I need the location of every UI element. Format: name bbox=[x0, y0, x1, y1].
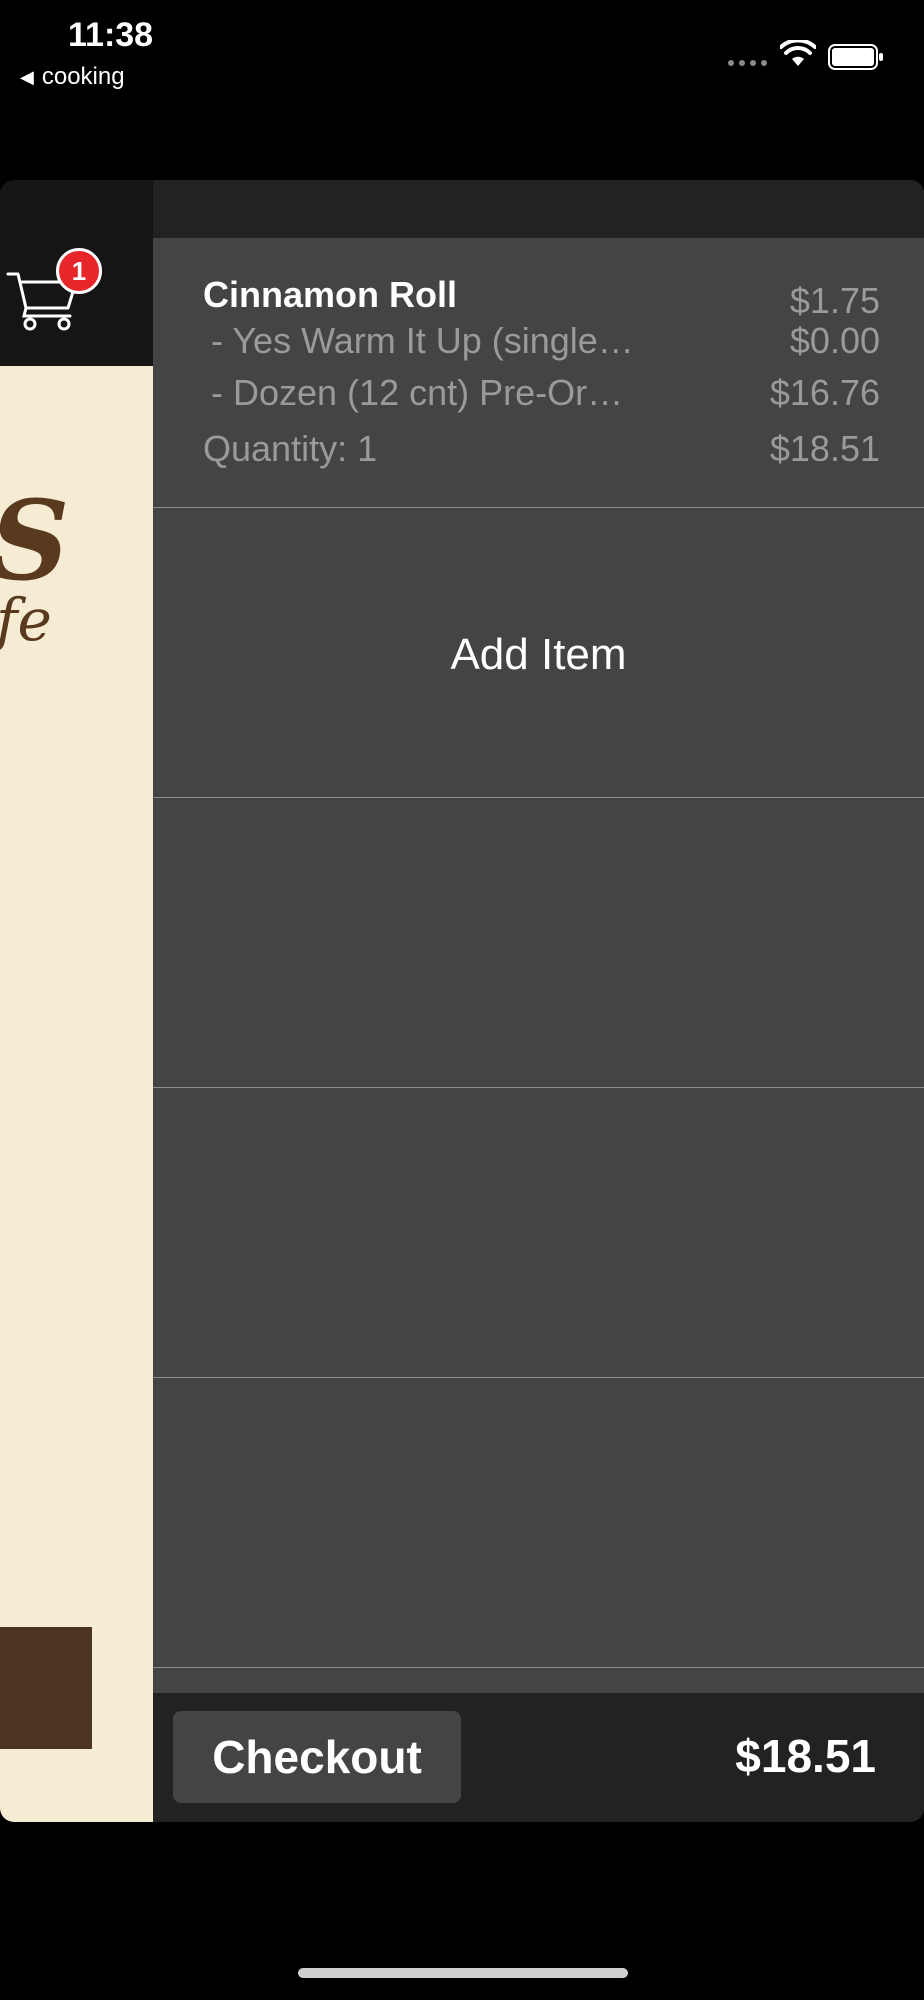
cellular-signal-icon bbox=[728, 60, 767, 66]
cart-item-row[interactable]: Cinnamon Roll $1.75 - Yes Warm It Up (si… bbox=[153, 238, 924, 508]
cart-count-badge: 1 bbox=[56, 248, 102, 294]
restaurant-logo-bottom: fe bbox=[0, 586, 52, 654]
battery-icon bbox=[828, 44, 883, 70]
cart-item-total: $18.51 bbox=[769, 428, 880, 469]
cart-item-modifier-price: $16.76 bbox=[769, 372, 880, 413]
app-panel: 1 S fe Cinnamon Roll $1.75 - Yes Warm It… bbox=[0, 180, 924, 1822]
back-to-app-link[interactable]: ◀ cooking bbox=[20, 63, 125, 91]
restaurant-background: S fe bbox=[0, 366, 153, 1822]
empty-cart-row bbox=[153, 1088, 924, 1378]
left-header: 1 bbox=[0, 180, 153, 366]
checkout-button[interactable]: Checkout bbox=[173, 1711, 461, 1803]
checkout-bar: Checkout $18.51 bbox=[153, 1693, 924, 1822]
back-triangle-icon: ◀ bbox=[20, 66, 34, 87]
cart-item-price: $1.75 bbox=[789, 280, 880, 321]
restaurant-page-left: 1 S fe bbox=[0, 180, 153, 1822]
order-total: $18.51 bbox=[735, 1730, 876, 1782]
cart-item-quantity: Quantity: 1 bbox=[203, 428, 378, 469]
add-item-label: Add Item bbox=[450, 630, 627, 679]
menu-category-tile[interactable] bbox=[0, 1627, 92, 1749]
status-time: 11:38 bbox=[68, 16, 154, 54]
cart-item-modifier: - Yes Warm It Up (single… bbox=[211, 320, 634, 361]
cart-button[interactable]: 1 bbox=[0, 240, 110, 350]
back-to-app-label: cooking bbox=[41, 63, 125, 90]
cart-item-name: Cinnamon Roll bbox=[203, 274, 457, 315]
empty-cart-row bbox=[153, 1378, 924, 1668]
add-item-row[interactable]: Add Item bbox=[153, 508, 924, 798]
cart-drawer-header bbox=[153, 180, 924, 238]
wifi-icon bbox=[780, 40, 816, 66]
home-indicator[interactable] bbox=[298, 1968, 628, 1978]
cart-drawer: Cinnamon Roll $1.75 - Yes Warm It Up (si… bbox=[153, 180, 924, 1822]
empty-cart-row bbox=[153, 798, 924, 1088]
cart-item-modifier-price: $0.00 bbox=[789, 320, 880, 361]
cart-item-modifier: - Dozen (12 cnt) Pre-Or… bbox=[211, 372, 624, 413]
